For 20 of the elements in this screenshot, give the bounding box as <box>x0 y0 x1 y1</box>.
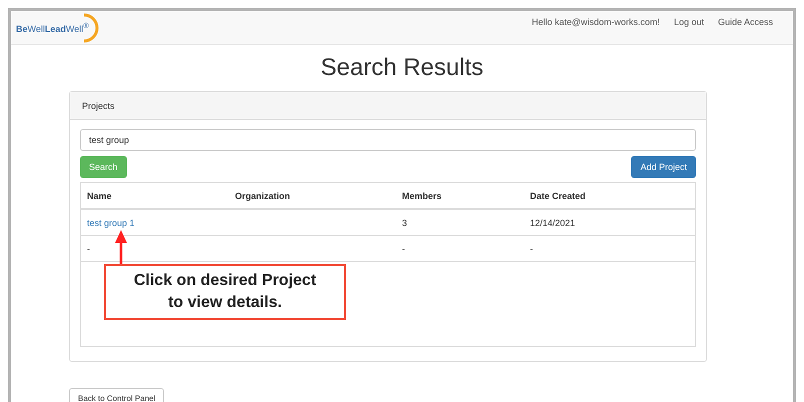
page-title: Search Results <box>320 54 484 82</box>
panel-heading: Projects <box>70 92 706 120</box>
callout-annotation: Click on desired Project to view details. <box>104 264 346 320</box>
search-field[interactable]: test group <box>80 129 696 151</box>
table-cell: - <box>530 244 533 254</box>
logo[interactable]: BeWellLeadWell$^{®}$ <box>16 12 105 42</box>
column-header: Members <box>401 190 443 200</box>
table-cell: - <box>402 244 405 254</box>
table-cell: 12/14/2021 <box>530 218 576 228</box>
column-header: Date Created <box>529 190 587 200</box>
column-header: Name <box>86 190 113 200</box>
table-cell: - <box>87 244 90 254</box>
project-link[interactable]: test group 1 <box>87 218 135 228</box>
nav-link[interactable]: Log out <box>674 16 704 26</box>
column-header: Organization <box>234 190 292 200</box>
nav-link[interactable]: Guide Access <box>718 16 773 26</box>
add-project-button[interactable]: Add Project <box>631 156 696 178</box>
back-button[interactable]: Back to Control Panel <box>69 388 164 402</box>
greeting-text: Hello kate@wisdom-works.com! <box>532 16 660 26</box>
table-cell: 3 <box>402 218 408 228</box>
